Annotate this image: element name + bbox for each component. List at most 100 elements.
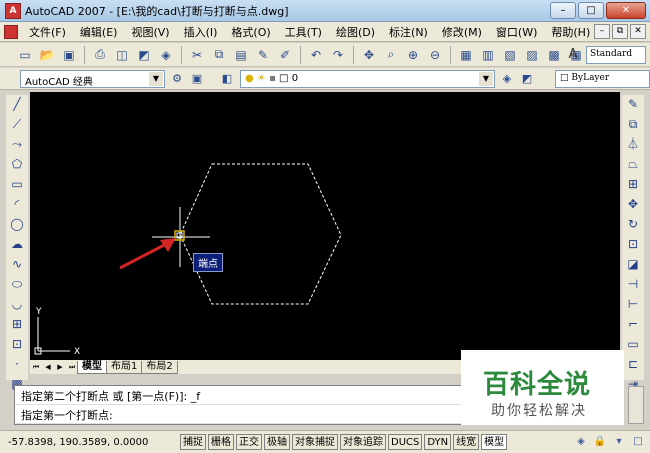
communication-center-icon[interactable]: ◈ [573, 434, 589, 450]
lightbulb-icon[interactable]: ● [245, 73, 254, 84]
insert-block-icon[interactable]: ⊞ [8, 315, 26, 333]
zoom-window-icon[interactable]: ⊕ [404, 46, 422, 64]
menu-tools[interactable]: 工具(T) [278, 24, 329, 40]
doc-restore-button[interactable]: ⧉ [612, 24, 628, 39]
copy-object-icon[interactable]: ⧉ [624, 115, 642, 133]
next-tab-icon[interactable]: ▶ [54, 361, 66, 373]
match-properties-icon[interactable]: ✎ [254, 46, 272, 64]
array-icon[interactable]: ⊞ [624, 175, 642, 193]
new-file-icon[interactable]: ▭ [16, 46, 34, 64]
lock-toolbar-icon[interactable]: 🔒 [592, 434, 608, 450]
offset-icon[interactable]: ⏢ [624, 155, 642, 173]
construction-line-icon[interactable]: ⟋ [8, 115, 26, 133]
zoom-realtime-icon[interactable]: ⌕ [382, 46, 400, 64]
undo-icon[interactable]: ↶ [307, 46, 325, 64]
minimize-button[interactable]: – [550, 2, 576, 19]
otrack-toggle[interactable]: 对象追踪 [340, 434, 386, 450]
redo-icon[interactable]: ↷ [329, 46, 347, 64]
autocad-app-icon[interactable]: A [5, 2, 21, 19]
dyn-toggle[interactable]: DYN [424, 434, 452, 450]
workspace-select[interactable]: AutoCAD 经典 ▼ [20, 70, 165, 88]
menu-window[interactable]: 窗口(W) [489, 24, 544, 40]
first-tab-icon[interactable]: ⏮ [30, 361, 42, 373]
arc-icon[interactable]: ◜ [8, 195, 26, 213]
close-button[interactable]: ✕ [606, 2, 646, 19]
tab-model[interactable]: 模型 [77, 360, 107, 374]
line-icon[interactable]: ╱ [8, 95, 26, 113]
polyline-icon[interactable]: ⤳ [8, 135, 26, 153]
menu-insert[interactable]: 插入(I) [177, 24, 225, 40]
doc-minimize-button[interactable]: – [594, 24, 610, 39]
menu-dimension[interactable]: 标注(N) [382, 24, 435, 40]
save-icon[interactable]: ▣ [60, 46, 78, 64]
print-preview-icon[interactable]: ◫ [113, 46, 131, 64]
document-icon[interactable] [4, 24, 18, 39]
move-icon[interactable]: ✥ [624, 195, 642, 213]
join-icon[interactable]: ⊏ [624, 355, 642, 373]
workspace-save-icon[interactable]: ▣ [188, 70, 206, 88]
layer-select[interactable]: ● ☀ ▪ □ 0 ▼ [240, 70, 495, 88]
command-scrollbar[interactable] [628, 386, 644, 424]
sheet-set-icon[interactable]: ▨ [523, 46, 541, 64]
layer-previous-icon[interactable]: ◩ [518, 70, 536, 88]
publish-icon[interactable]: ◩ [135, 46, 153, 64]
grid-toggle[interactable]: 栅格 [208, 434, 234, 450]
lock-icon[interactable]: ▪ [269, 73, 276, 84]
paste-icon[interactable]: ▤ [232, 46, 250, 64]
plot-icon[interactable]: ◈ [157, 46, 175, 64]
cut-icon[interactable]: ✂ [188, 46, 206, 64]
clean-screen-icon[interactable]: □ [630, 434, 646, 450]
status-menu-icon[interactable]: ▾ [611, 434, 627, 450]
extend-icon[interactable]: ⊢ [624, 295, 642, 313]
chevron-down-icon[interactable]: ▼ [149, 72, 163, 86]
break-icon[interactable]: ▭ [624, 335, 642, 353]
color-control-select[interactable]: □ ByLayer [555, 70, 650, 88]
copy-icon[interactable]: ⧉ [210, 46, 228, 64]
menu-help[interactable]: 帮助(H) [544, 24, 597, 40]
block-editor-icon[interactable]: ✐ [276, 46, 294, 64]
hexagon-selected[interactable] [179, 163, 342, 305]
polygon-icon[interactable]: ⬠ [8, 155, 26, 173]
make-current-layer-icon[interactable]: ◈ [498, 70, 516, 88]
open-file-icon[interactable]: 📂 [38, 46, 56, 64]
spline-icon[interactable]: ∿ [8, 255, 26, 273]
text-style-select[interactable]: Standard [586, 46, 646, 64]
tool-palettes-icon[interactable]: ▧ [501, 46, 519, 64]
workspace-settings-icon[interactable]: ⚙ [168, 70, 186, 88]
doc-close-button[interactable]: ✕ [630, 24, 646, 39]
properties-icon[interactable]: ▦ [457, 46, 475, 64]
polar-toggle[interactable]: 极轴 [264, 434, 290, 450]
design-center-icon[interactable]: ▥ [479, 46, 497, 64]
model-space-toggle[interactable]: 模型 [481, 434, 508, 450]
ortho-toggle[interactable]: 正交 [236, 434, 262, 450]
sun-icon[interactable]: ☀ [257, 73, 266, 84]
osnap-toggle[interactable]: 对象捕捉 [292, 434, 338, 450]
layer-manager-icon[interactable]: ◧ [218, 70, 236, 88]
pan-icon[interactable]: ✥ [360, 46, 378, 64]
menu-modify[interactable]: 修改(M) [435, 24, 489, 40]
zoom-previous-icon[interactable]: ⊖ [426, 46, 444, 64]
ellipse-icon[interactable]: ⬭ [8, 275, 26, 293]
markup-icon[interactable]: ▩ [545, 46, 563, 64]
snap-toggle[interactable]: 捕捉 [180, 434, 206, 450]
erase-icon[interactable]: ✎ [624, 95, 642, 113]
rectangle-icon[interactable]: ▭ [8, 175, 26, 193]
ducs-toggle[interactable]: DUCS [388, 434, 423, 450]
menu-file[interactable]: 文件(F) [22, 24, 73, 40]
break-at-point-icon[interactable]: ⌐ [624, 315, 642, 333]
coordinate-readout[interactable]: -57.8398, 190.3589, 0.0000 [0, 437, 180, 448]
print-icon[interactable]: ⎙ [91, 46, 109, 64]
tab-layout1[interactable]: 布局1 [106, 360, 143, 374]
menu-format[interactable]: 格式(O) [224, 24, 277, 40]
lineweight-toggle[interactable]: 线宽 [453, 434, 480, 450]
drawing-canvas[interactable]: Y X 端点 [30, 92, 620, 360]
maximize-button[interactable]: □ [578, 2, 604, 19]
point-icon[interactable]: · [8, 355, 26, 373]
scale-icon[interactable]: ⊡ [624, 235, 642, 253]
text-style-icon[interactable]: A [564, 46, 582, 64]
mirror-icon[interactable]: ⏃ [624, 135, 642, 153]
prev-tab-icon[interactable]: ◀ [42, 361, 54, 373]
rotate-icon[interactable]: ↻ [624, 215, 642, 233]
chevron-down-icon[interactable]: ▼ [479, 72, 493, 86]
revision-cloud-icon[interactable]: ☁ [8, 235, 26, 253]
